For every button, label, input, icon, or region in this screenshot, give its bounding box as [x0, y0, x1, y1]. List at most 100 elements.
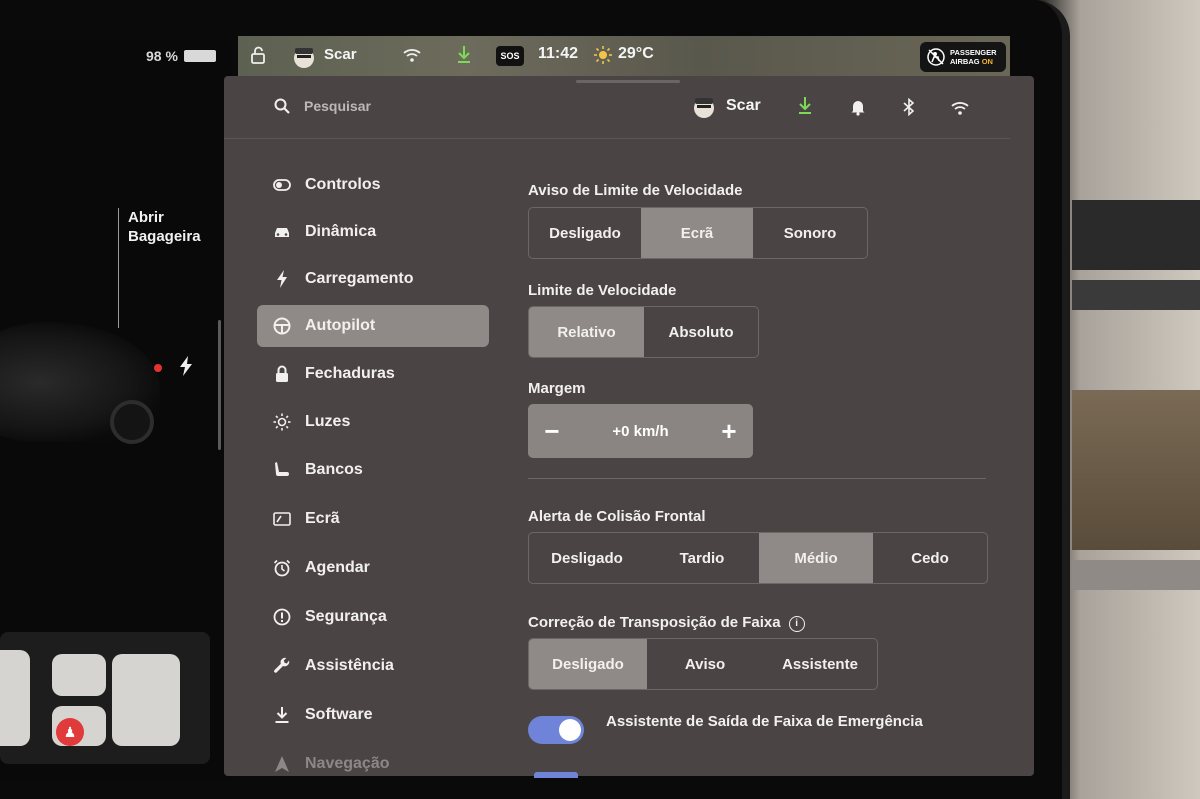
seat-map [0, 632, 210, 764]
sidebar-item-label: Luzes [305, 413, 351, 430]
sidebar-item-ecra[interactable]: Ecrã [257, 498, 489, 540]
sidebar-item-carregamento[interactable]: Carregamento [257, 258, 489, 300]
forward-collision-label: Alerta de Colisão Frontal [528, 508, 706, 525]
clock: 11:42 [538, 45, 579, 62]
driver-avatar-icon[interactable] [290, 42, 318, 70]
notifications-bell-icon[interactable] [850, 98, 866, 116]
seatbelt-warning-icon: ♟ [56, 718, 84, 746]
software-update-icon[interactable] [456, 45, 472, 65]
lane-departure-warning-button[interactable]: Aviso [647, 639, 763, 689]
passenger-airbag-indicator: PASSENGER AIRBAG ON [920, 42, 1006, 72]
sidebar-item-label: Dinâmica [305, 223, 377, 240]
sidebar-item-navegacao[interactable]: Navegação [257, 743, 489, 785]
speed-limit-warning-selector: Desligado Ecrã Sonoro [528, 207, 868, 259]
lane-departure-assist-button[interactable]: Assistente [763, 639, 877, 689]
sidebar-item-seguranca[interactable]: Segurança [257, 596, 489, 638]
sidebar-item-label: Agendar [305, 559, 370, 576]
unlock-icon[interactable] [250, 46, 266, 64]
airbag-icon [927, 48, 945, 66]
wrench-icon [273, 657, 291, 675]
dashboard-trim [1072, 560, 1200, 590]
sidebar-item-label: Software [305, 706, 373, 723]
airbag-state: ON [981, 57, 993, 66]
speed-offset-stepper: − +0 km/h + [528, 404, 753, 458]
sun-icon [273, 413, 291, 431]
sidebar-item-label: Assistência [305, 657, 394, 674]
driver-profile-name[interactable]: Scar [324, 46, 357, 63]
lane-departure-label: Correção de Transposição de Faixa i [528, 614, 805, 632]
forward-collision-early-button[interactable]: Cedo [873, 533, 987, 583]
sidebar-item-fechaduras[interactable]: Fechaduras [257, 353, 489, 395]
forward-collision-medium-button[interactable]: Médio [759, 533, 873, 583]
emergency-lane-departure-toggle[interactable] [528, 716, 584, 744]
battery-indicator: 98 % [146, 48, 216, 64]
sidebar-item-agendar[interactable]: Agendar [257, 547, 489, 589]
info-icon[interactable]: i [788, 616, 805, 632]
driver-profile-button[interactable]: Scar [726, 97, 761, 115]
navigation-icon [273, 755, 291, 773]
sidebar-item-label: Fechaduras [305, 365, 395, 382]
forward-collision-off-button[interactable]: Desligado [529, 533, 645, 583]
sidebar-item-assistencia[interactable]: Assistência [257, 645, 489, 687]
software-update-icon[interactable] [797, 96, 813, 116]
sidebar-item-label: Segurança [305, 608, 387, 625]
search-icon[interactable] [274, 98, 290, 114]
vehicle-scrollbar[interactable] [218, 320, 221, 450]
airbag-label-2: AIRBAG [950, 57, 980, 66]
sidebar-item-software[interactable]: Software [257, 694, 489, 736]
decrease-offset-button[interactable]: − [540, 418, 564, 444]
speed-limit-warning-chime-button[interactable]: Sonoro [753, 208, 867, 258]
dashboard-trim [1072, 280, 1200, 310]
outside-temperature: 29°C [618, 45, 654, 62]
forward-collision-late-button[interactable]: Tardio [645, 533, 759, 583]
car-wheel [110, 400, 154, 444]
sidebar-item-label: Ecrã [305, 510, 340, 527]
sidebar-item-controlos[interactable]: Controlos [257, 164, 489, 206]
car-icon [273, 223, 291, 241]
sidebar-item-label: Controlos [305, 176, 381, 193]
dashboard-trim [1072, 200, 1200, 270]
speed-limit-warning-display-button[interactable]: Ecrã [641, 208, 753, 258]
alarm-clock-icon [273, 559, 291, 577]
emergency-lane-departure-label: Assistente de Saída de Faixa de Emergênc… [606, 713, 923, 730]
toggle-knob [559, 719, 581, 741]
speed-limit-relative-button[interactable]: Relativo [529, 307, 644, 357]
charge-port-bolt-icon[interactable] [178, 356, 194, 376]
dashboard-wood-trim [1072, 390, 1200, 550]
section-divider [528, 478, 986, 479]
battery-percentage: 98 % [146, 48, 178, 64]
speed-limit-selector: Relativo Absoluto [528, 306, 759, 358]
sidebar-item-dinamica[interactable]: Dinâmica [257, 211, 489, 253]
lane-departure-off-button[interactable]: Desligado [529, 639, 647, 689]
trunk-callout-line [118, 208, 119, 328]
lane-departure-selector: Desligado Aviso Assistente [528, 638, 878, 690]
sidebar-item-label: Carregamento [305, 270, 414, 287]
driver-avatar-icon[interactable] [690, 92, 718, 120]
toggle-icon [273, 176, 291, 194]
alert-circle-icon [273, 608, 291, 626]
next-toggle-peek[interactable] [534, 772, 578, 778]
wifi-icon[interactable] [403, 47, 421, 63]
panel-drag-handle[interactable] [576, 80, 680, 83]
battery-icon [183, 50, 216, 62]
seat-rear [112, 654, 180, 746]
bolt-icon [273, 270, 291, 288]
seat-icon [273, 461, 291, 479]
sidebar-item-autopilot[interactable]: Autopilot [257, 305, 489, 347]
lane-departure-label-text: Correção de Transposição de Faixa [528, 614, 781, 631]
sidebar-item-luzes[interactable]: Luzes [257, 401, 489, 443]
search-input[interactable] [304, 94, 524, 118]
seat-driver [0, 650, 30, 746]
status-bar: Scar SOS 11:42 29°C PASSENGER AIRBAG ON [238, 36, 1010, 76]
speed-limit-absolute-button[interactable]: Absoluto [644, 307, 758, 357]
sos-button[interactable]: SOS [496, 46, 524, 66]
sidebar-item-label: Bancos [305, 461, 363, 478]
download-icon [273, 706, 291, 724]
wifi-icon[interactable] [951, 100, 969, 116]
sidebar-item-bancos[interactable]: Bancos [257, 449, 489, 491]
speed-limit-warning-off-button[interactable]: Desligado [529, 208, 641, 258]
increase-offset-button[interactable]: + [717, 418, 741, 444]
bluetooth-icon[interactable] [902, 98, 916, 116]
display-icon [273, 510, 291, 528]
open-trunk-button[interactable]: Abrir Bagageira [128, 208, 201, 246]
